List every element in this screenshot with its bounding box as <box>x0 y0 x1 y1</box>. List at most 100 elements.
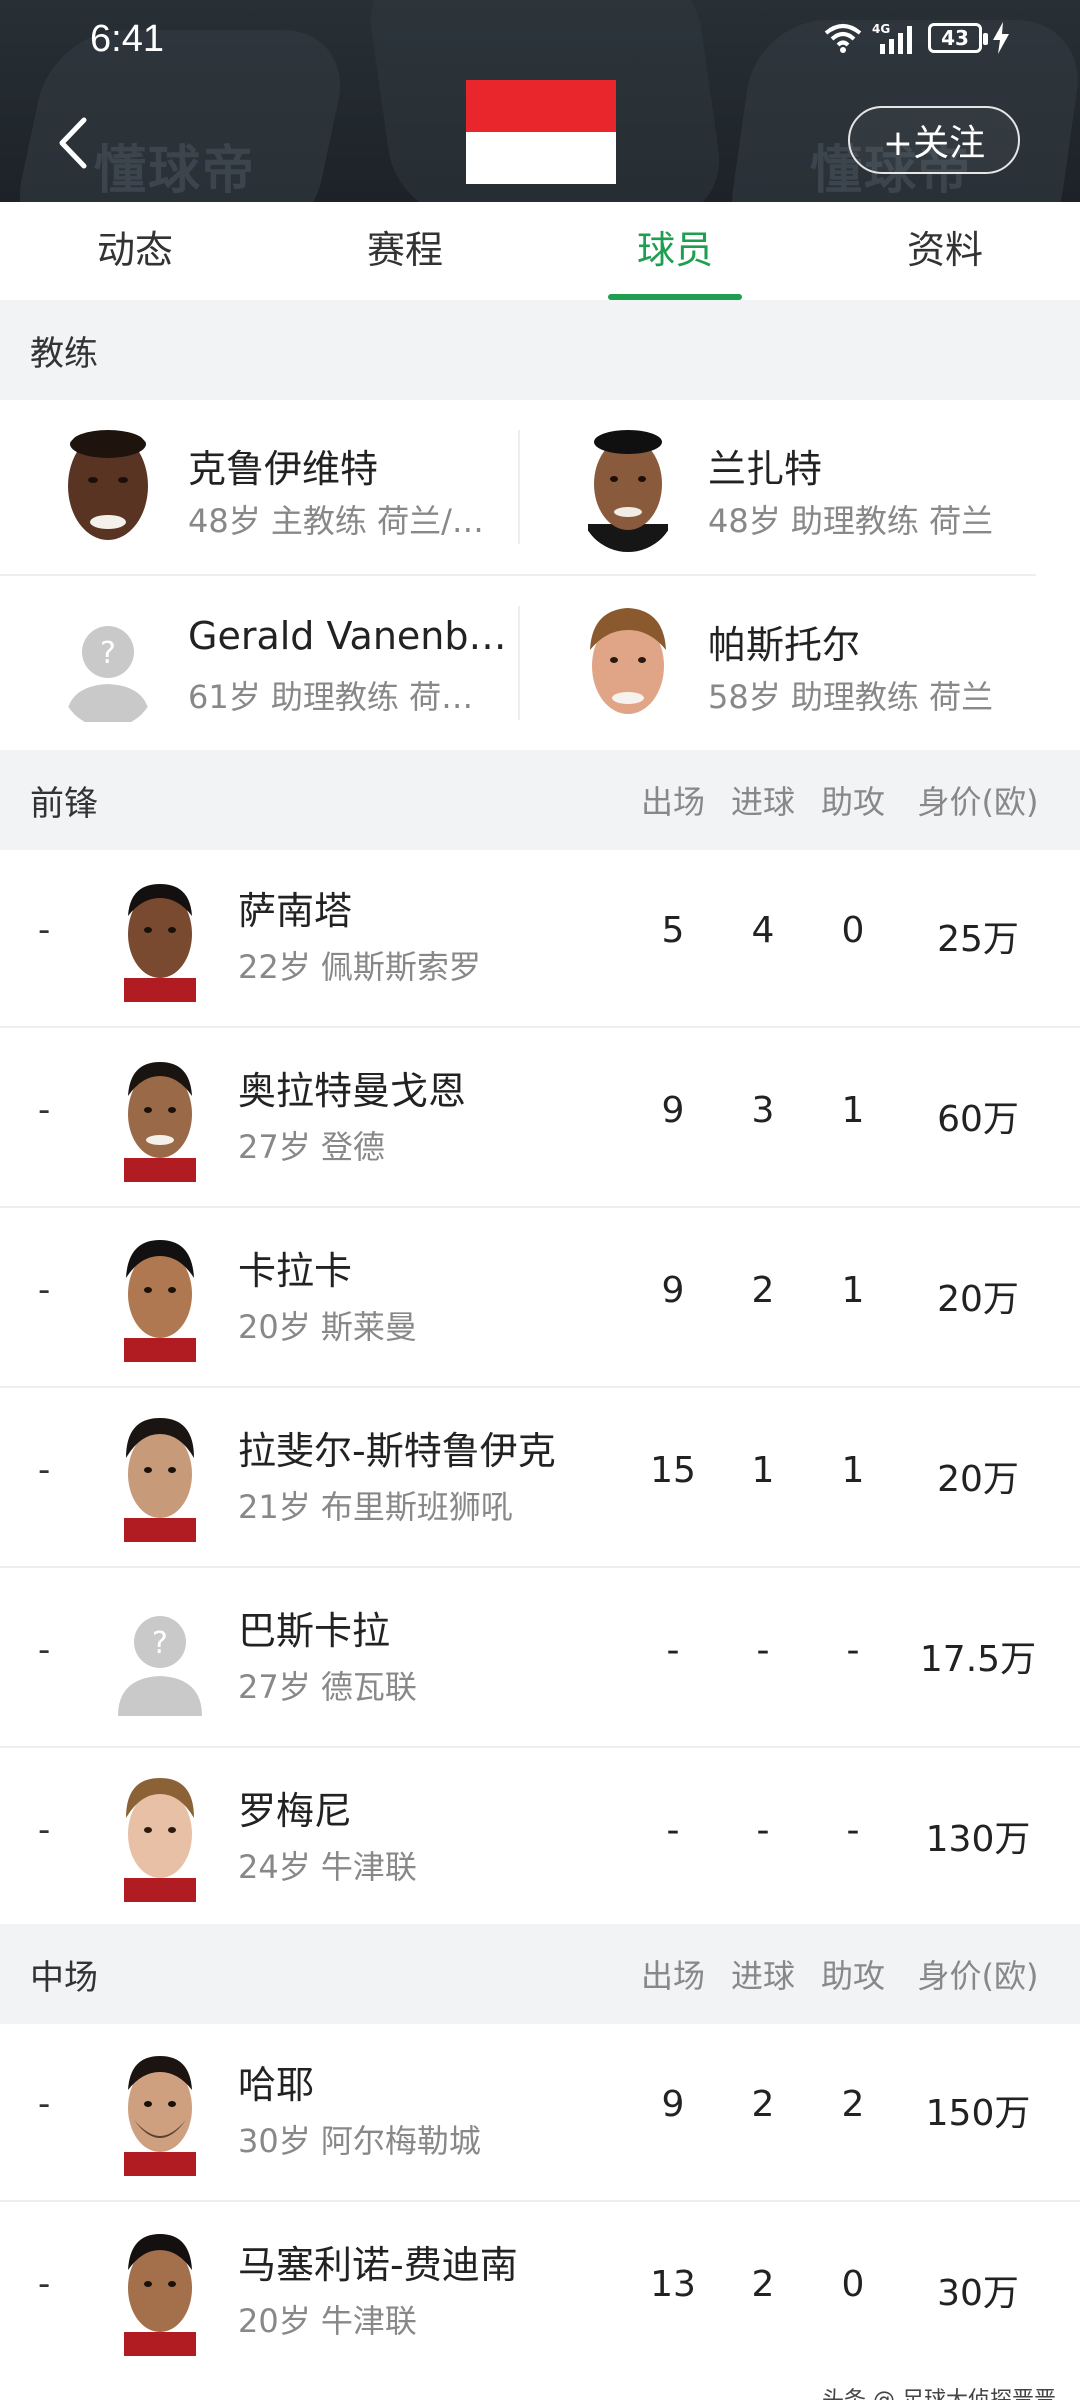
player-row[interactable]: - 萨南塔 22岁 佩斯斯索罗 5 4 0 25万 <box>0 850 1080 1028</box>
player-goals: 3 <box>751 1090 775 1131</box>
player-assists: - <box>846 1630 860 1671</box>
divider <box>518 430 520 544</box>
col-apps-header: 出场 <box>640 783 705 821</box>
player-assists: 0 <box>841 910 865 951</box>
col-value-header[interactable]: 身价(欧) <box>898 1951 1058 1997</box>
player-apps: 9 <box>661 1090 685 1131</box>
player-assists: 0 <box>841 2264 865 2305</box>
player-name: 巴斯卡拉 <box>238 1609 391 1653</box>
coach-info: 48岁 助理教练 荷兰 <box>708 502 994 540</box>
player-value: 60万 <box>937 1099 1019 1140</box>
status-bar: 6:41 4G 43 <box>0 0 1080 80</box>
player-row[interactable]: - 奥拉特曼戈恩 27岁 登德 9 3 1 60万 <box>0 1030 1080 1208</box>
player-avatar <box>112 2224 208 2356</box>
player-info: 20岁 斯莱曼 <box>238 1308 417 1346</box>
player-apps: 13 <box>650 2264 696 2305</box>
coach-name: 兰扎特 <box>708 447 823 491</box>
player-avatar <box>112 1770 208 1902</box>
player-name: 马塞利诺-费迪南 <box>238 2243 518 2287</box>
player-number: - <box>38 1270 51 1310</box>
player-apps: 9 <box>661 1270 685 1311</box>
player-value: 130万 <box>925 1819 1031 1860</box>
coach-grid: 克鲁伊维特 48岁 主教练 荷兰/… 兰扎特 48岁 助理教练 荷兰 ? Ger… <box>0 400 1080 750</box>
flag-red-stripe <box>466 80 616 132</box>
tab-info[interactable]: 资料 <box>810 202 1080 300</box>
player-name: 萨南塔 <box>238 889 353 933</box>
flag-white-stripe <box>466 132 616 184</box>
player-apps: - <box>666 1810 680 1851</box>
coach-card[interactable]: ? Gerald Vanenb… 61岁 助理教练 荷… <box>0 576 520 750</box>
player-row[interactable]: - 哈耶 30岁 阿尔梅勒城 9 2 2 150万 <box>0 2024 1080 2202</box>
player-value: 25万 <box>937 919 1019 960</box>
player-goals: - <box>756 1630 770 1671</box>
player-name: 奥拉特曼戈恩 <box>238 1069 467 1113</box>
player-info: 21岁 布里斯班狮吼 <box>238 1488 513 1526</box>
back-arrow-icon[interactable] <box>48 108 98 178</box>
player-assists: 1 <box>841 1450 865 1491</box>
player-avatar <box>112 1410 208 1542</box>
player-name: 罗梅尼 <box>238 1789 353 1833</box>
player-number: - <box>38 1090 51 1130</box>
player-value: 20万 <box>937 1279 1019 1320</box>
divider <box>518 606 520 720</box>
col-assists-header: 助攻 <box>820 1957 885 1995</box>
player-apps: - <box>666 1630 680 1671</box>
player-assists: 1 <box>841 1090 865 1131</box>
placeholder-person-icon: ? <box>60 600 156 728</box>
coaches-section-header: 教练 <box>0 300 1080 400</box>
col-assists-header: 助攻 <box>820 783 885 821</box>
team-header: 懂球帝 懂球帝 6:41 4G 43 +关注 <box>0 0 1080 202</box>
player-number: - <box>38 2084 51 2124</box>
player-assists: 1 <box>841 1270 865 1311</box>
col-apps-header: 出场 <box>640 1957 705 1995</box>
player-number: - <box>38 2264 51 2304</box>
player-info: 30岁 阿尔梅勒城 <box>238 2122 481 2160</box>
player-info: 24岁 牛津联 <box>238 1848 417 1886</box>
player-info: 27岁 登德 <box>238 1128 385 1166</box>
player-goals: - <box>756 1810 770 1851</box>
midfielders-title: 中场 <box>30 1957 98 1998</box>
forwards-section-header: 前锋 出场 进球 助攻 身价(欧) <box>0 750 1080 850</box>
forwards-title: 前锋 <box>30 783 98 824</box>
player-apps: 9 <box>661 2084 685 2125</box>
player-name: 拉斐尔-斯特鲁伊克 <box>238 1429 556 1473</box>
player-info: 22岁 佩斯斯索罗 <box>238 948 481 986</box>
player-assists: 2 <box>841 2084 865 2125</box>
svg-text:?: ? <box>100 636 116 671</box>
charging-bolt-icon <box>992 22 1010 54</box>
player-goals: 2 <box>751 1270 775 1311</box>
coach-card[interactable]: 帕斯托尔 58岁 助理教练 荷兰 <box>520 576 1040 750</box>
player-value: 17.5万 <box>919 1639 1037 1680</box>
coach-card[interactable]: 兰扎特 48岁 助理教练 荷兰 <box>520 400 1040 574</box>
tab-schedule[interactable]: 赛程 <box>270 202 540 300</box>
team-flag <box>466 80 616 184</box>
player-row[interactable]: - 拉斐尔-斯特鲁伊克 21岁 布里斯班狮吼 15 1 1 20万 <box>0 1390 1080 1568</box>
col-value-header[interactable]: 身价(欧) <box>898 777 1058 823</box>
player-name: 卡拉卡 <box>238 1249 353 1293</box>
player-row[interactable]: - 卡拉卡 20岁 斯莱曼 9 2 1 20万 <box>0 1210 1080 1388</box>
coach-avatar <box>60 424 156 552</box>
header-watermark: 懂球帝 <box>94 141 257 201</box>
player-info: 20岁 牛津联 <box>238 2302 417 2340</box>
coach-card[interactable]: 克鲁伊维特 48岁 主教练 荷兰/… <box>0 400 520 574</box>
coach-name: Gerald Vanenb… <box>188 614 507 658</box>
tab-bar: 动态 赛程 球员 资料 <box>0 202 1080 300</box>
player-value: 30万 <box>937 2273 1019 2314</box>
svg-text:4G: 4G <box>872 22 890 36</box>
wifi-icon <box>824 23 862 53</box>
follow-button[interactable]: +关注 <box>848 106 1020 174</box>
player-avatar <box>112 870 208 1002</box>
player-goals: 4 <box>751 910 775 951</box>
player-row[interactable]: - 罗梅尼 24岁 牛津联 - - - 130万 <box>0 1750 1080 1928</box>
coach-avatar <box>580 424 676 552</box>
coach-name: 克鲁伊维特 <box>188 447 379 491</box>
battery-icon: 43 <box>928 23 988 53</box>
tab-players[interactable]: 球员 <box>540 202 810 300</box>
player-number: - <box>38 910 51 950</box>
coaches-title: 教练 <box>30 333 98 374</box>
player-row[interactable]: - 马塞利诺-费迪南 20岁 牛津联 13 2 0 30万 <box>0 2204 1080 2382</box>
player-row[interactable]: - ? 巴斯卡拉 27岁 德瓦联 - - - 17.5万 <box>0 1570 1080 1748</box>
coach-info: 61岁 助理教练 荷… <box>188 678 474 716</box>
player-value: 20万 <box>937 1459 1019 1500</box>
tab-news[interactable]: 动态 <box>0 202 270 300</box>
